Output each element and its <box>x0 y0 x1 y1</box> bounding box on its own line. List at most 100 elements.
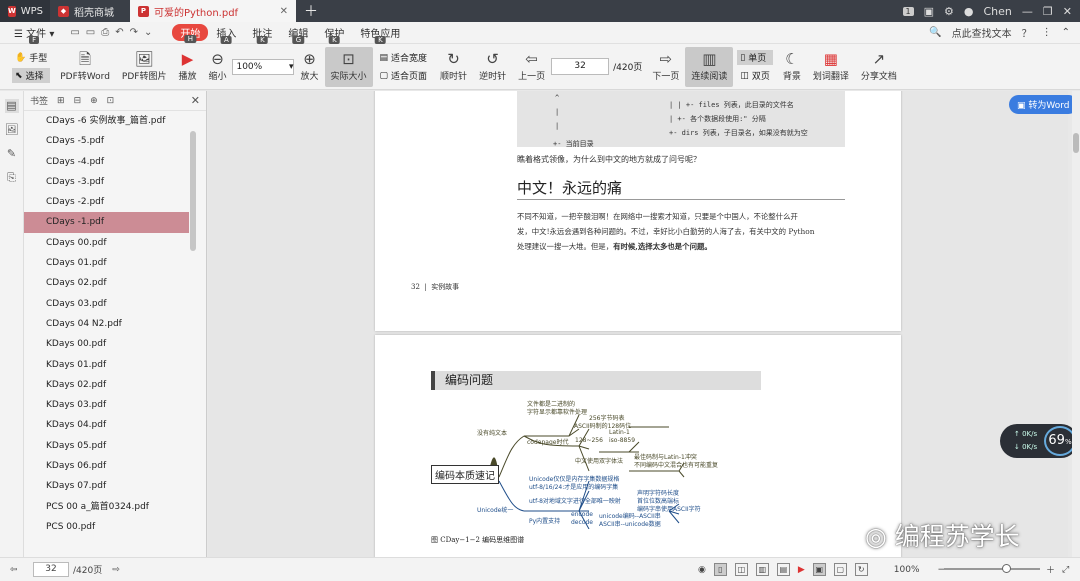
attachment-panel-icon[interactable]: ⎘ <box>5 171 19 185</box>
rotate-cw-button[interactable]: ↻ 顺时针 <box>434 47 473 87</box>
minimize-icon[interactable]: — <box>1022 5 1033 18</box>
bookmark-item[interactable]: CDays -1.pdf <box>24 212 189 233</box>
zoom-slider-knob[interactable] <box>1002 564 1011 573</box>
close-tab-icon[interactable]: ✕ <box>280 6 288 17</box>
bookmark-item[interactable]: KDays 00.pdf <box>24 334 189 354</box>
menu-insert[interactable]: 插入 A <box>208 25 244 44</box>
expand-all-icon[interactable]: ⊞ <box>57 96 65 106</box>
bookmark-item[interactable]: KDays 07.pdf <box>24 476 189 496</box>
search-icon[interactable]: 🔍 <box>929 27 941 38</box>
quick-icons[interactable]: ▭▭⎙↶↷⌄ <box>62 27 166 38</box>
play-status-icon[interactable]: ▶ <box>798 565 805 575</box>
document-scrollbar[interactable] <box>1072 91 1080 557</box>
zoom-in-status-icon[interactable]: ＋ <box>1046 563 1055 576</box>
collapse-all-icon[interactable]: ⊟ <box>74 96 82 106</box>
rotate-status-icon[interactable]: ↻ <box>854 563 868 576</box>
next-page-button[interactable]: ⇨ 下一页 <box>646 47 685 87</box>
translate-button[interactable]: ▦ 划词翻译 <box>807 47 855 87</box>
bookmark-item[interactable]: CDays 04 N2.pdf <box>24 314 189 334</box>
scroll-thumb[interactable] <box>1073 133 1079 153</box>
double-view-icon[interactable]: ◫ <box>734 563 748 576</box>
collapse-icon[interactable]: ⌃ <box>1062 27 1070 38</box>
status-page-input[interactable]: 32 <box>33 562 69 577</box>
menu-file[interactable]: ☰ 文件 ▾ F <box>6 25 62 44</box>
bookmark-item[interactable]: CDays -4.pdf <box>24 152 189 172</box>
pdf-to-image-button[interactable]: 🖼 PDF转图片 <box>116 47 173 87</box>
network-gauge[interactable]: ↑ 0K/s ↓ 0K/s 69% <box>1000 424 1078 458</box>
thumbnail-panel-icon[interactable]: 🖼 <box>5 123 19 137</box>
wps-home-tab[interactable]: W WPS <box>0 0 50 22</box>
bookmark-item[interactable]: CDays -2.pdf <box>24 192 189 212</box>
play-button[interactable]: ▶ 播放 <box>172 47 202 87</box>
panel-scrollbar[interactable] <box>190 131 196 251</box>
bookmark-item[interactable]: PCS 00 a_篇首0324.pdf <box>24 497 189 517</box>
bookmark-item[interactable]: KDays 01.pdf <box>24 355 189 375</box>
bookmark-item[interactable]: CDays -6 实例故事_篇首.pdf <box>24 111 189 131</box>
continuous-view-icon[interactable]: ▥ <box>755 563 769 576</box>
close-window-icon[interactable]: ✕ <box>1063 5 1072 18</box>
user-name[interactable]: Chen <box>984 5 1012 18</box>
bookmark-item[interactable]: CDays 02.pdf <box>24 273 189 293</box>
zoom-out-button[interactable]: ⊖ 缩小 <box>202 47 232 87</box>
bookmark-item[interactable]: CDays 01.pdf <box>24 253 189 273</box>
new-tab-button[interactable]: ＋ <box>296 0 326 22</box>
bookmark-item[interactable]: PCS 00.pdf <box>24 517 189 537</box>
menu-features[interactable]: 特色应用 K <box>352 25 408 44</box>
bookmark-options-icon[interactable]: ⊡ <box>107 96 115 106</box>
pdf-to-word-button[interactable]: 🗎 PDF转Word <box>54 47 116 87</box>
double-page-button[interactable]: ◫ 双页 <box>737 68 773 83</box>
eye-icon[interactable]: ◉ <box>698 565 706 575</box>
bookmark-panel-icon[interactable]: ▤ <box>4 99 19 113</box>
actual-size-button[interactable]: ⊡ 实际大小 <box>324 46 373 87</box>
avatar[interactable]: ● <box>964 5 974 18</box>
help-icon[interactable]: ？ <box>1022 25 1032 40</box>
bookmark-item[interactable]: KDays 03.pdf <box>24 395 189 415</box>
fit-page-status-icon[interactable]: ▢ <box>833 563 847 576</box>
bookmark-item[interactable]: KDays 04.pdf <box>24 415 189 435</box>
continuous-read-button[interactable]: ▥ 连续阅读 <box>685 46 734 87</box>
zoom-slider[interactable] <box>944 564 1040 573</box>
menu-edit[interactable]: 编辑 G <box>280 25 316 44</box>
fit-page-button[interactable]: ▢ 适合页面 <box>377 68 431 83</box>
single-view-icon[interactable]: ▯ <box>713 563 727 576</box>
annotation-panel-icon[interactable]: ✎ <box>5 147 19 161</box>
document-tab[interactable]: P 可爱的Python.pdf ✕ <box>130 0 296 22</box>
zoom-in-button[interactable]: ⊕ 放大 <box>294 47 324 87</box>
skin-icon[interactable]: ▣ <box>924 5 934 18</box>
chevron-down-icon: ▾ <box>288 61 294 72</box>
menu-start[interactable]: 开始H <box>172 24 209 43</box>
bookmark-item[interactable]: KDays 02.pdf <box>24 375 189 395</box>
share-button[interactable]: ↗ 分享文档 <box>855 47 903 87</box>
search-text-button[interactable]: 点此查找文本 <box>952 25 1012 40</box>
status-prev-icon[interactable]: ⇦ <box>10 565 18 575</box>
settings-icon[interactable]: ⚙ <box>944 5 954 18</box>
fullscreen-icon[interactable]: ⤢ <box>1062 565 1069 575</box>
convert-to-word-button[interactable]: ▣ 转为Word <box>1009 95 1078 114</box>
close-panel-icon[interactable]: ✕ <box>191 94 200 107</box>
bookmark-item[interactable]: CDays 00.pdf <box>24 233 189 253</box>
bookmark-item[interactable]: CDays -3.pdf <box>24 172 189 192</box>
bookmark-item[interactable]: KDays 05.pdf <box>24 436 189 456</box>
add-bookmark-icon[interactable]: ⊕ <box>90 96 98 106</box>
bookmark-item[interactable]: CDays 03.pdf <box>24 294 189 314</box>
maximize-icon[interactable]: ❐ <box>1043 5 1053 18</box>
bookmark-item[interactable]: CDays -5.pdf <box>24 131 189 151</box>
zoom-status-value: 100% <box>893 564 920 575</box>
menu-protect[interactable]: 保护 K <box>316 25 352 44</box>
single-page-button[interactable]: ▯ 单页 <box>737 50 773 65</box>
select-tool[interactable]: ⬉ 选择 <box>12 68 51 83</box>
book-view-icon[interactable]: ▤ <box>776 563 790 576</box>
zoom-select[interactable]: 100% ▾ <box>232 58 295 75</box>
page-input[interactable]: 32 <box>551 58 610 75</box>
fit-width-button[interactable]: ▤ 适合宽度 <box>377 50 431 65</box>
store-tab[interactable]: ◆ 稻壳商城 <box>50 0 130 22</box>
hand-tool[interactable]: ✋ 手型 <box>12 50 50 65</box>
background-button[interactable]: ☾ 背景 <box>777 47 807 87</box>
fit-width-status-icon[interactable]: ▣ <box>812 563 826 576</box>
more-icon[interactable]: ⋮ <box>1042 27 1052 38</box>
menu-annotate[interactable]: 批注 K <box>244 25 280 44</box>
status-next-icon[interactable]: ⇨ <box>112 565 120 575</box>
prev-page-button[interactable]: ⇦ 上一页 <box>512 47 551 87</box>
bookmark-item[interactable]: KDays 06.pdf <box>24 456 189 476</box>
rotate-ccw-button[interactable]: ↺ 逆时针 <box>473 47 512 87</box>
